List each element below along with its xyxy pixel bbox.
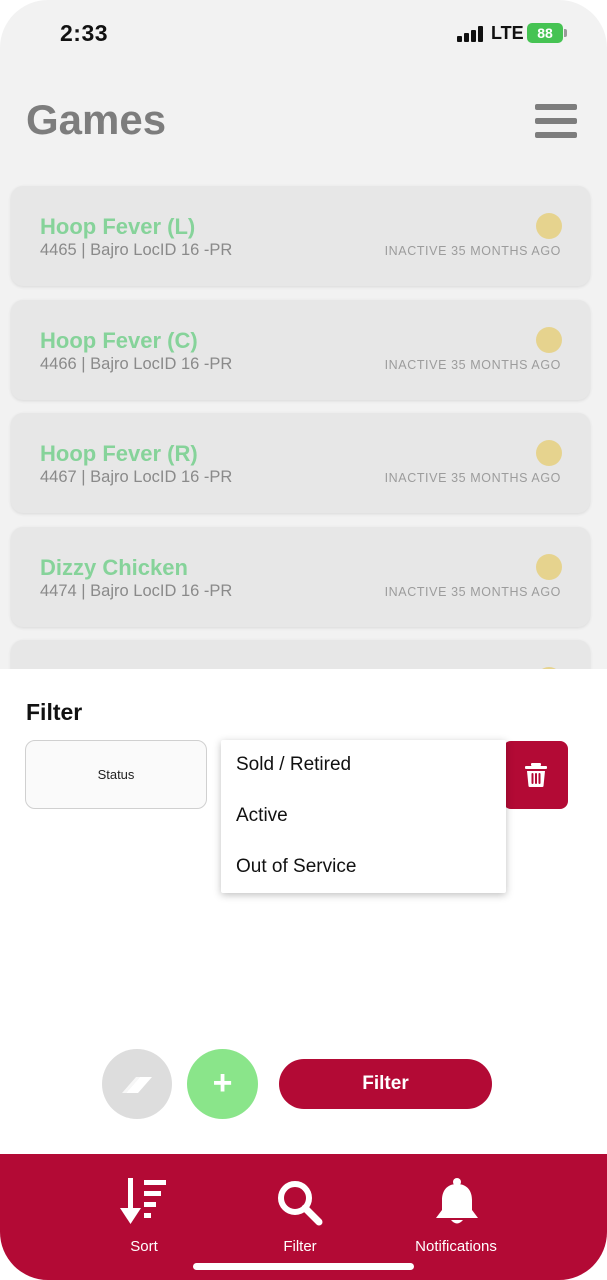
tab-notifications-label: Notifications bbox=[415, 1238, 497, 1255]
apply-filter-button[interactable]: Filter bbox=[279, 1059, 492, 1109]
game-card[interactable]: Dizzy Chicken 4474 | Bajro LocID 16 -PR … bbox=[11, 527, 590, 627]
eraser-icon bbox=[122, 1077, 152, 1093]
trash-icon bbox=[524, 763, 547, 787]
game-name: Dizzy Chicken bbox=[40, 555, 188, 580]
battery-icon: 88 bbox=[527, 23, 563, 43]
status-dot-icon bbox=[536, 213, 562, 239]
signal-icon bbox=[457, 26, 485, 42]
game-name: Hoop Fever (R) bbox=[40, 441, 198, 466]
game-status: INACTIVE 35 MONTHS AGO bbox=[384, 244, 561, 258]
add-filter-button[interactable]: + bbox=[187, 1049, 258, 1119]
dropdown-option[interactable]: Out of Service bbox=[236, 856, 356, 878]
tab-filter-label: Filter bbox=[283, 1238, 317, 1255]
game-detail: 4474 | Bajro LocID 16 -PR bbox=[40, 582, 233, 600]
game-detail: 4466 | Bajro LocID 16 -PR bbox=[40, 355, 233, 373]
status-dot-icon bbox=[536, 554, 562, 580]
filter-sheet: Filter Status Sold / Retired Active Out … bbox=[0, 669, 607, 1154]
game-name: Hoop Fever (L) bbox=[40, 214, 196, 239]
status-time: 2:33 bbox=[60, 20, 109, 46]
dropdown-option[interactable]: Sold / Retired bbox=[236, 754, 351, 776]
search-icon bbox=[278, 1181, 323, 1226]
bottom-tab-bar: Sort Filter Notifications bbox=[0, 1154, 607, 1280]
network-label: LTE bbox=[491, 23, 524, 43]
home-indicator[interactable] bbox=[193, 1263, 414, 1270]
games-page: 2:33 LTE 88 Games Hoop Fever (L) 4465 | … bbox=[0, 0, 607, 670]
clear-filters-button[interactable] bbox=[102, 1049, 172, 1119]
game-card[interactable]: Hoop Fever (R) 4467 | Bajro LocID 16 -PR… bbox=[11, 413, 590, 513]
status-dot-icon bbox=[536, 327, 562, 353]
page-title: Games bbox=[26, 96, 167, 143]
game-status: INACTIVE 35 MONTHS AGO bbox=[384, 585, 561, 599]
delete-filter-button[interactable] bbox=[503, 741, 568, 809]
game-card[interactable]: Hoop Fever (L) 4465 | Bajro LocID 16 -PR… bbox=[11, 186, 590, 286]
game-detail: 4467 | Bajro LocID 16 -PR bbox=[40, 468, 233, 486]
hamburger-menu-icon[interactable] bbox=[535, 104, 577, 138]
status-bar: 2:33 LTE 88 bbox=[0, 0, 607, 70]
game-status: INACTIVE 35 MONTHS AGO bbox=[384, 471, 561, 485]
battery-tip bbox=[564, 29, 567, 37]
status-field-select[interactable]: Status bbox=[25, 740, 207, 809]
game-detail: 4465 | Bajro LocID 16 -PR bbox=[40, 241, 233, 259]
game-card[interactable]: Hoop Fever (C) 4466 | Bajro LocID 16 -PR… bbox=[11, 300, 590, 400]
status-dropdown-menu: Sold / Retired Active Out of Service bbox=[221, 740, 506, 893]
status-dot-icon bbox=[536, 440, 562, 466]
game-card[interactable] bbox=[11, 640, 590, 670]
bell-icon bbox=[436, 1178, 478, 1224]
filter-sheet-title: Filter bbox=[26, 699, 83, 725]
phone-screen: 2:33 LTE 88 Games Hoop Fever (L) 4465 | … bbox=[0, 0, 607, 1280]
game-status: INACTIVE 35 MONTHS AGO bbox=[384, 358, 561, 372]
game-name: Hoop Fever (C) bbox=[40, 328, 198, 353]
sort-icon bbox=[120, 1178, 166, 1224]
dropdown-option[interactable]: Active bbox=[236, 805, 288, 827]
tab-sort-label: Sort bbox=[130, 1238, 158, 1255]
